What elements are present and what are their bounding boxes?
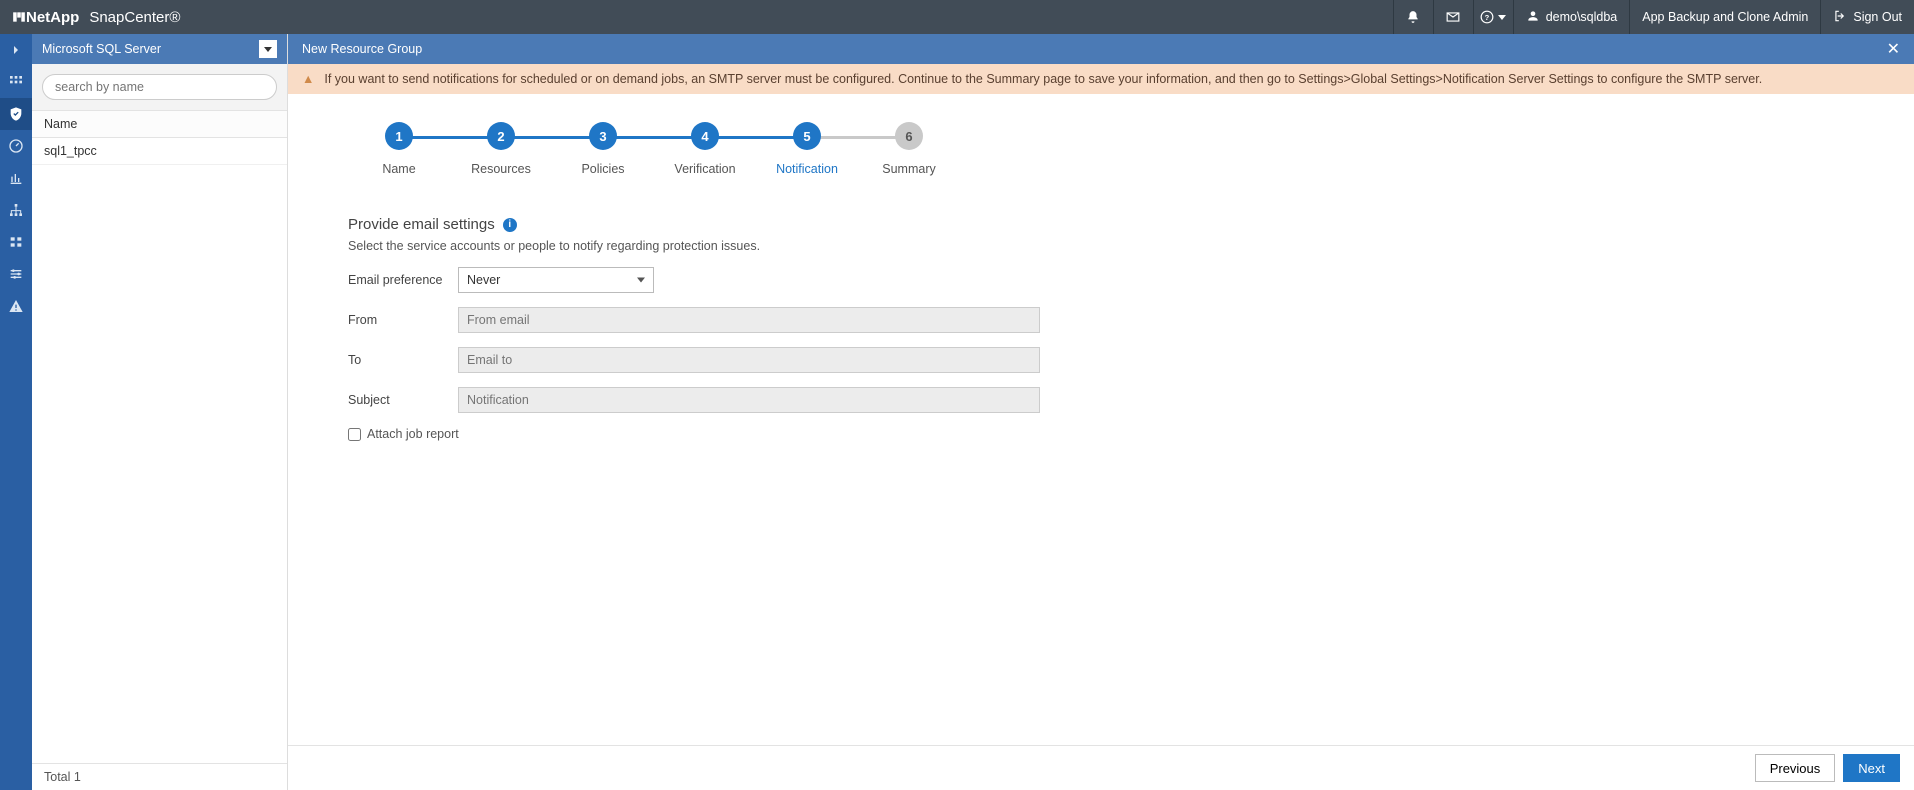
netapp-logo: NetApp xyxy=(12,9,79,26)
user-label: demo\sqldba xyxy=(1546,10,1618,24)
step-name[interactable]: 1Name xyxy=(348,122,450,176)
close-button[interactable]: ✕ xyxy=(1887,39,1900,59)
side-panel: Microsoft SQL Server Name sql1_tpcc Tota… xyxy=(32,34,288,790)
nav-alerts[interactable] xyxy=(0,290,32,322)
step-resources[interactable]: 2Resources xyxy=(450,122,552,176)
label-subject: Subject xyxy=(348,393,458,407)
wizard-footer: Previous Next xyxy=(288,745,1914,790)
help-icon: ? xyxy=(1480,10,1494,24)
from-input[interactable] xyxy=(458,307,1040,333)
step-summary[interactable]: 6Summary xyxy=(858,122,960,176)
warning-icon: ▲ xyxy=(302,72,314,86)
attach-report-label: Attach job report xyxy=(367,427,459,441)
brand-product: SnapCenter® xyxy=(89,9,180,26)
step-policies[interactable]: 3Policies xyxy=(552,122,654,176)
chart-icon xyxy=(8,170,24,186)
role-label: App Backup and Clone Admin xyxy=(1642,10,1808,24)
role-menu[interactable]: App Backup and Clone Admin xyxy=(1629,0,1820,34)
form-area: Provide email settings i Select the serv… xyxy=(288,186,1914,471)
to-input[interactable] xyxy=(458,347,1040,373)
storage-icon xyxy=(8,234,24,250)
total-label: Total 1 xyxy=(32,763,287,790)
label-from: From xyxy=(348,313,458,327)
user-menu[interactable]: demo\sqldba xyxy=(1513,0,1630,34)
sliders-icon xyxy=(8,266,24,282)
step-verification[interactable]: 4Verification xyxy=(654,122,756,176)
nav-storage[interactable] xyxy=(0,226,32,258)
label-email-preference: Email preference xyxy=(348,273,458,287)
topbar: NetApp SnapCenter® ? demo\sqldba App Bac… xyxy=(0,0,1914,34)
info-icon[interactable]: i xyxy=(503,218,517,232)
gauge-icon xyxy=(8,138,24,154)
label-to: To xyxy=(348,353,458,367)
signout-icon xyxy=(1833,9,1847,26)
list-item[interactable]: sql1_tpcc xyxy=(32,138,287,165)
attach-report-checkbox[interactable] xyxy=(348,428,361,441)
chevron-right-icon xyxy=(8,42,24,58)
grid-icon xyxy=(8,74,24,90)
shield-check-icon xyxy=(8,106,24,122)
nav-rail xyxy=(0,34,32,790)
resource-list: sql1_tpcc xyxy=(32,138,287,763)
step-notification[interactable]: 5Notification xyxy=(756,122,858,176)
subject-input[interactable] xyxy=(458,387,1040,413)
content: New Resource Group ✕ ▲ If you want to se… xyxy=(288,34,1914,790)
email-preference-select[interactable]: Never xyxy=(458,267,654,293)
alert-icon xyxy=(8,298,24,314)
form-subtitle: Select the service accounts or people to… xyxy=(348,239,1854,253)
plugin-selector: Microsoft SQL Server xyxy=(32,34,287,64)
nav-dashboard[interactable] xyxy=(0,66,32,98)
mail-icon xyxy=(1446,10,1460,24)
content-title: New Resource Group xyxy=(302,42,422,56)
next-button[interactable]: Next xyxy=(1843,754,1900,782)
notifications-button[interactable] xyxy=(1393,0,1433,34)
content-header: New Resource Group ✕ xyxy=(288,34,1914,64)
nav-reports[interactable] xyxy=(0,162,32,194)
user-icon xyxy=(1526,9,1540,26)
messages-button[interactable] xyxy=(1433,0,1473,34)
nav-hosts[interactable] xyxy=(0,194,32,226)
brand-company: NetApp xyxy=(26,9,79,26)
nav-settings[interactable] xyxy=(0,258,32,290)
svg-text:?: ? xyxy=(1485,13,1490,22)
nav-monitor[interactable] xyxy=(0,130,32,162)
alert-text: If you want to send notifications for sc… xyxy=(324,72,1762,86)
signout-label: Sign Out xyxy=(1853,10,1902,24)
nav-expand[interactable] xyxy=(0,34,32,66)
hierarchy-icon xyxy=(8,202,24,218)
brand: NetApp SnapCenter® xyxy=(0,9,192,26)
previous-button[interactable]: Previous xyxy=(1755,754,1836,782)
help-button[interactable]: ? xyxy=(1473,0,1513,34)
wizard-steps: 1Name 2Resources 3Policies 4Verification… xyxy=(288,94,1914,186)
column-header-name[interactable]: Name xyxy=(32,110,287,138)
plugin-dropdown-button[interactable] xyxy=(259,40,277,58)
plugin-label: Microsoft SQL Server xyxy=(42,42,161,56)
search-input[interactable] xyxy=(42,74,277,100)
smtp-alert: ▲ If you want to send notifications for … xyxy=(288,64,1914,94)
bell-icon xyxy=(1406,10,1420,24)
nav-resources[interactable] xyxy=(0,98,32,130)
netapp-logo-icon xyxy=(12,10,26,24)
form-title: Provide email settings i xyxy=(348,216,1854,233)
search-wrap xyxy=(32,64,287,110)
signout-button[interactable]: Sign Out xyxy=(1820,0,1914,34)
